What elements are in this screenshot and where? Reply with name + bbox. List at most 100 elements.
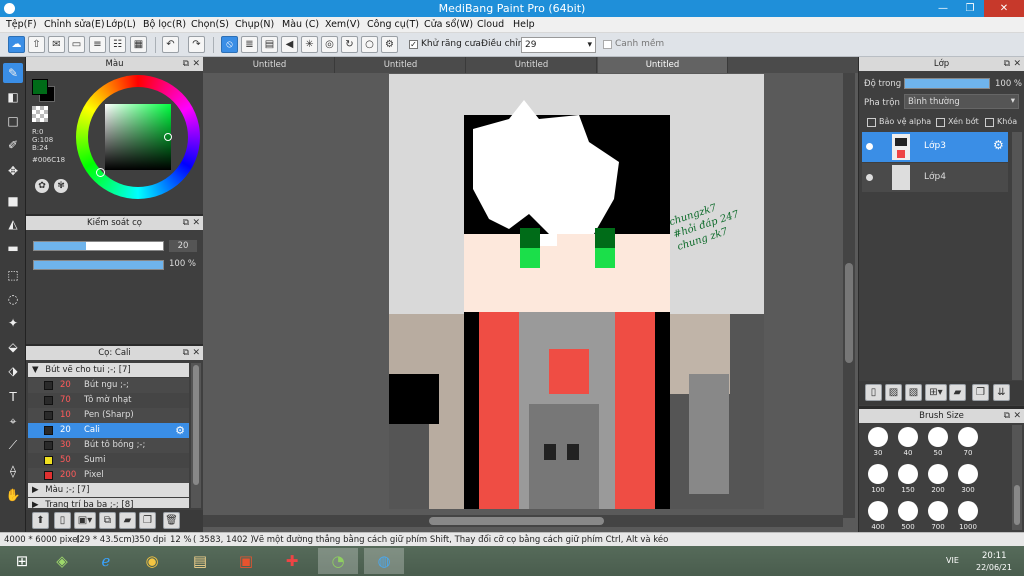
document-icon[interactable]: ≡ xyxy=(89,36,106,53)
brush-size-scrollbar[interactable] xyxy=(1012,425,1022,530)
brush-size-preset[interactable] xyxy=(958,427,978,447)
tab-untitled-3[interactable]: Untitled xyxy=(467,57,597,73)
layer-list-scrollbar[interactable] xyxy=(1012,132,1022,380)
hue-picker-handle[interactable] xyxy=(96,168,105,177)
new-1bit-layer-icon[interactable]: ▧ xyxy=(905,384,922,401)
bluestacks-icon[interactable]: ◈ xyxy=(42,548,82,574)
folder-icon[interactable]: ▰ xyxy=(949,384,966,401)
brush-size-preset[interactable] xyxy=(958,501,978,521)
layer-row[interactable]: Lớp3 ⚙ xyxy=(862,132,1008,162)
close-icon[interactable]: ✕ xyxy=(192,216,200,230)
tab-untitled-1[interactable]: Untitled xyxy=(205,57,335,73)
concentric-snap-icon[interactable]: ◎ xyxy=(321,36,338,53)
redo-icon[interactable]: ↷ xyxy=(188,36,205,53)
popout-icon[interactable]: ⧉ xyxy=(1004,409,1010,423)
clock-time[interactable]: 20:11 xyxy=(982,551,1007,561)
list-icon[interactable]: ☷ xyxy=(109,36,126,53)
scrollbar-thumb[interactable] xyxy=(845,263,853,363)
saturation-square[interactable] xyxy=(105,104,171,170)
file-explorer-icon[interactable]: ▤ xyxy=(180,548,220,574)
brush-opacity-slider[interactable] xyxy=(33,260,164,270)
circle-snap-icon[interactable]: ○ xyxy=(361,36,378,53)
new-layer-icon[interactable]: ▯ xyxy=(865,384,882,401)
menu-color[interactable]: Màu (C) xyxy=(282,19,319,30)
brush-list-item[interactable]: 70 Tô mờ nhạt xyxy=(28,393,189,408)
brush-size-preset[interactable] xyxy=(868,464,888,484)
brush-size-preset[interactable] xyxy=(898,464,918,484)
select-eraser-icon[interactable]: ⬗ xyxy=(3,361,23,381)
gear-icon[interactable]: ⚙ xyxy=(175,423,185,438)
close-icon[interactable]: ✕ xyxy=(1013,57,1021,71)
game-icon[interactable]: ✚ xyxy=(272,548,312,574)
clipping-checkbox[interactable] xyxy=(936,118,945,127)
snap-settings-icon[interactable]: ⚙ xyxy=(381,36,398,53)
menu-window[interactable]: Cửa sổ(W) xyxy=(424,19,473,30)
trash-icon[interactable]: 🗑 xyxy=(163,512,180,529)
brush-size-preset[interactable] xyxy=(898,501,918,521)
magic-wand-icon[interactable]: ✦ xyxy=(3,313,23,333)
brush-size-preset[interactable] xyxy=(898,427,918,447)
menu-layer[interactable]: Lớp(L) xyxy=(106,19,136,30)
select-rect-icon[interactable]: ⬚ xyxy=(3,265,23,285)
new-brush-icon[interactable]: ▯ xyxy=(54,512,71,529)
brush-size-preset[interactable] xyxy=(928,427,948,447)
foreground-color-swatch[interactable] xyxy=(32,79,48,95)
antialias-checkbox[interactable]: ✓ xyxy=(409,40,418,49)
brush-list-item[interactable]: 200 Pixel xyxy=(28,468,189,483)
merge-layer-icon[interactable]: ⇊ xyxy=(993,384,1010,401)
close-icon[interactable]: ✕ xyxy=(192,346,200,360)
duplicate-icon[interactable]: ❐ xyxy=(972,384,989,401)
layer-row[interactable]: Lớp4 xyxy=(862,163,1008,192)
popout-icon[interactable]: ⧉ xyxy=(1004,57,1010,71)
windows-start-icon[interactable]: ⊞ xyxy=(2,548,42,574)
brush-list-item[interactable]: 30 Bút tô bóng ;-; xyxy=(28,438,189,453)
color-picker-handle[interactable] xyxy=(164,133,172,141)
brush-list-item[interactable]: 10 Pen (Sharp) xyxy=(28,408,189,423)
menu-cloud[interactable]: Cloud xyxy=(477,19,504,30)
select-pen-icon[interactable]: ⬙ xyxy=(3,337,23,357)
close-icon[interactable]: ✕ xyxy=(1013,409,1021,423)
language-indicator[interactable]: VIE xyxy=(946,556,959,565)
edge-checkbox[interactable] xyxy=(603,40,612,49)
copy-brush-icon[interactable]: ⧉ xyxy=(99,512,116,529)
brush-menu-icon[interactable]: ▣▾ xyxy=(74,512,96,529)
fill-rect-icon[interactable]: ■ xyxy=(3,191,23,211)
move-tool-icon[interactable]: ✥ xyxy=(3,161,23,181)
layer-opacity-slider[interactable] xyxy=(904,78,990,89)
office-icon[interactable]: ▣ xyxy=(226,548,266,574)
brush-group-header[interactable]: ▶ Trang trí ba ba ;-; [8] xyxy=(28,498,189,508)
grid-snap-icon[interactable]: ▤ xyxy=(261,36,278,53)
text-tool-icon[interactable]: T xyxy=(3,387,23,407)
brush-list-scrollbar[interactable] xyxy=(191,363,201,508)
popout-icon[interactable]: ⧉ xyxy=(183,57,189,71)
radial-snap-icon[interactable]: ✳ xyxy=(301,36,318,53)
menu-edit[interactable]: Chỉnh sửa(E) xyxy=(44,19,105,30)
duplicate-icon[interactable]: ❐ xyxy=(139,512,156,529)
brush-tool-icon[interactable]: ✎ xyxy=(3,63,23,83)
brush-size-value[interactable]: 20 xyxy=(169,240,197,252)
brush-list-item[interactable]: 20 Cali ⚙ xyxy=(28,423,189,438)
canvas-horizontal-scrollbar[interactable] xyxy=(203,515,843,527)
add-cloud-brush-icon[interactable]: ⬆ xyxy=(32,512,49,529)
brush-size-preset[interactable] xyxy=(868,427,888,447)
minimize-button[interactable]: — xyxy=(930,0,956,17)
scrollbar-thumb[interactable] xyxy=(193,365,199,485)
canvas-vertical-scrollbar[interactable] xyxy=(843,73,855,518)
grid-icon[interactable]: ▦ xyxy=(130,36,147,53)
gradient-tool-icon[interactable]: ▬ xyxy=(3,238,23,258)
parallel-snap-icon[interactable]: ≣ xyxy=(241,36,258,53)
app-icon-green[interactable]: ◔ xyxy=(318,548,358,574)
layer-menu-icon[interactable]: ⊞▾ xyxy=(925,384,947,401)
chrome-icon[interactable]: ◉ xyxy=(132,548,172,574)
hand-tool-icon[interactable]: ✋ xyxy=(3,485,23,505)
brush-size-preset[interactable] xyxy=(958,464,978,484)
palette-icon[interactable]: ✿ xyxy=(35,179,49,193)
gear-icon[interactable]: ⚙ xyxy=(993,138,1004,152)
medibang-taskbar-icon[interactable]: ◍ xyxy=(364,548,404,574)
tab-untitled-4[interactable]: Untitled xyxy=(598,57,728,73)
brush-list-item[interactable]: 20 Bút ngu ;-; xyxy=(28,378,189,393)
tab-untitled-2[interactable]: Untitled xyxy=(336,57,466,73)
menu-help[interactable]: Help xyxy=(513,19,535,30)
upload-icon[interactable]: ⇧ xyxy=(28,36,45,53)
brush-group-header[interactable]: ▼ Bút vẽ cho tui ;-; [7] xyxy=(28,363,189,377)
